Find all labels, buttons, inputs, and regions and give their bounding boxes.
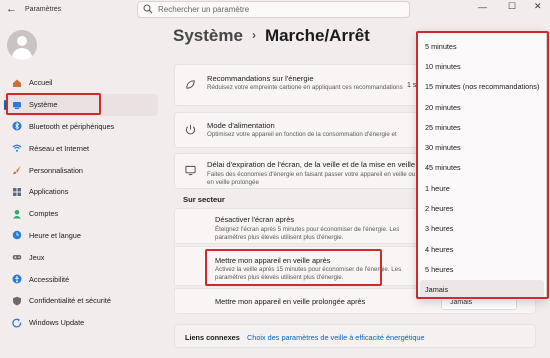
- sidebar-item-label: Applications: [29, 187, 69, 197]
- wifi-icon: [12, 144, 22, 153]
- sidebar-item-4[interactable]: Réseau et Internet: [0, 137, 160, 159]
- setting-title: Désactiver l'écran après: [215, 215, 295, 224]
- related-link[interactable]: Choix des paramètres de veille à efficac…: [247, 333, 425, 342]
- card-side-value: 1 s: [407, 82, 417, 89]
- section-label: Sur secteur: [183, 195, 225, 204]
- sidebar-item-10[interactable]: Accessibilité: [0, 268, 160, 290]
- sidebar-item-label: Jeux: [29, 252, 45, 262]
- dropdown-option[interactable]: 5 heures: [418, 259, 546, 279]
- search-box[interactable]: Rechercher un paramètre: [137, 1, 410, 18]
- avatar[interactable]: [7, 30, 37, 60]
- app-title: Paramètres: [25, 6, 62, 13]
- monitor-icon: [185, 165, 196, 176]
- dropdown-option[interactable]: 30 minutes: [418, 137, 546, 157]
- breadcrumb-parent[interactable]: Système: [173, 26, 243, 45]
- dropdown-option[interactable]: 45 minutes: [418, 158, 546, 178]
- sidebar-item-label: Comptes: [29, 209, 59, 219]
- account-icon: [13, 209, 21, 219]
- sidebar-item-label: Heure et langue: [29, 230, 81, 240]
- card-desc: Réduisez votre empreinte carbone en appl…: [207, 84, 403, 91]
- sidebar-item-2[interactable]: Système: [4, 93, 158, 116]
- sidebar-item-8[interactable]: Heure et langue: [0, 225, 160, 247]
- card-title: Délai d'expiration de l'écran, de la vei…: [207, 160, 416, 169]
- setting-desc: Éteignez l'écran après 5 minutes pour éc…: [215, 226, 400, 241]
- home-icon: [13, 79, 21, 87]
- apps-icon: [13, 187, 21, 196]
- related-links: Liens connexes Choix des paramètres de v…: [174, 324, 536, 348]
- sidebar-item-3[interactable]: Bluetooth et périphériques: [0, 116, 160, 138]
- sidebar-item-label: Accessibilité: [29, 274, 70, 284]
- power-mode-icon: [185, 124, 196, 135]
- sidebar: Accueil Système Bluetooth et périphériques…: [0, 72, 160, 334]
- sidebar-item-label: Windows Update: [29, 318, 85, 328]
- back-arrow-icon[interactable]: ←: [6, 3, 17, 15]
- minimize-icon[interactable]: —: [478, 2, 487, 12]
- breadcrumb: Système › Marche/Arrêt: [173, 26, 370, 46]
- close-icon[interactable]: ✕: [534, 1, 542, 12]
- sidebar-item-label: Réseau et Internet: [29, 143, 90, 153]
- accessibility-icon: [12, 274, 22, 284]
- sidebar-item-5[interactable]: Personnalisation: [0, 159, 160, 181]
- sidebar-item-11[interactable]: Confidentialité et sécurité: [0, 290, 160, 312]
- sidebar-item-7[interactable]: Comptes: [0, 203, 160, 225]
- leaf-icon: [186, 80, 195, 89]
- page-title: Marche/Arrêt: [264, 26, 370, 45]
- title-bar: ← Paramètres Rechercher un paramètre — ☐…: [0, 0, 550, 20]
- update-icon: [12, 318, 22, 328]
- dropdown-option[interactable]: 25 minutes: [418, 117, 546, 137]
- related-links-label: Liens connexes: [185, 333, 240, 342]
- dropdown-option[interactable]: 3 heures: [418, 219, 546, 239]
- setting-title: Mettre mon appareil en veille après: [215, 256, 331, 265]
- sidebar-item-6[interactable]: Applications: [0, 181, 160, 203]
- dropdown-option[interactable]: 5 minutes: [418, 36, 546, 56]
- card-desc: Faites des économies d'énergie en faisan…: [207, 171, 439, 186]
- brush-icon: [13, 166, 21, 175]
- dropdown-option[interactable]: 4 heures: [418, 239, 546, 259]
- card-desc: Optimisez votre appareil en fonction de …: [207, 131, 397, 138]
- sleep-timeout-dropdown[interactable]: 5 minutes 10 minutes 15 minutes (nos recom…: [417, 31, 547, 300]
- dropdown-option[interactable]: 2 heures: [418, 198, 546, 218]
- dropdown-option[interactable]: 1 heure: [418, 178, 546, 198]
- sidebar-item-9[interactable]: Jeux: [0, 246, 160, 268]
- maximize-icon[interactable]: ☐: [508, 1, 516, 12]
- dropdown-option[interactable]: 15 minutes (nos recommandations): [418, 77, 546, 97]
- bluetooth-icon: [12, 121, 22, 131]
- sidebar-item-label: Confidentialité et sécurité: [29, 296, 111, 306]
- dropdown-option[interactable]: Jamais: [420, 279, 544, 300]
- dropdown-option[interactable]: 20 minutes: [418, 97, 546, 117]
- setting-desc: Activez la veille après 15 minutes pour …: [215, 266, 402, 281]
- sidebar-item-label: Système: [29, 100, 58, 110]
- shield-icon: [13, 296, 21, 306]
- system-icon: [13, 101, 21, 109]
- sidebar-item-1[interactable]: Accueil: [0, 72, 160, 94]
- sidebar-item-label: Bluetooth et périphériques: [29, 121, 115, 131]
- card-title: Recommandations sur l'énergie: [207, 74, 314, 83]
- sidebar-item-label: Accueil: [29, 78, 53, 88]
- sidebar-item-label: Personnalisation: [29, 165, 83, 175]
- chevron-right-icon: ›: [251, 28, 256, 42]
- search-icon: [143, 4, 153, 14]
- card-title: Mode d'alimentation: [207, 121, 275, 130]
- sidebar-item-12[interactable]: Windows Update: [0, 312, 160, 334]
- globe-clock-icon: [12, 231, 22, 240]
- setting-title: Mettre mon appareil en veille prolongée …: [215, 297, 366, 306]
- search-input[interactable]: Rechercher un paramètre: [158, 5, 249, 14]
- dropdown-option[interactable]: 10 minutes: [418, 56, 546, 76]
- gamepad-icon: [12, 255, 22, 260]
